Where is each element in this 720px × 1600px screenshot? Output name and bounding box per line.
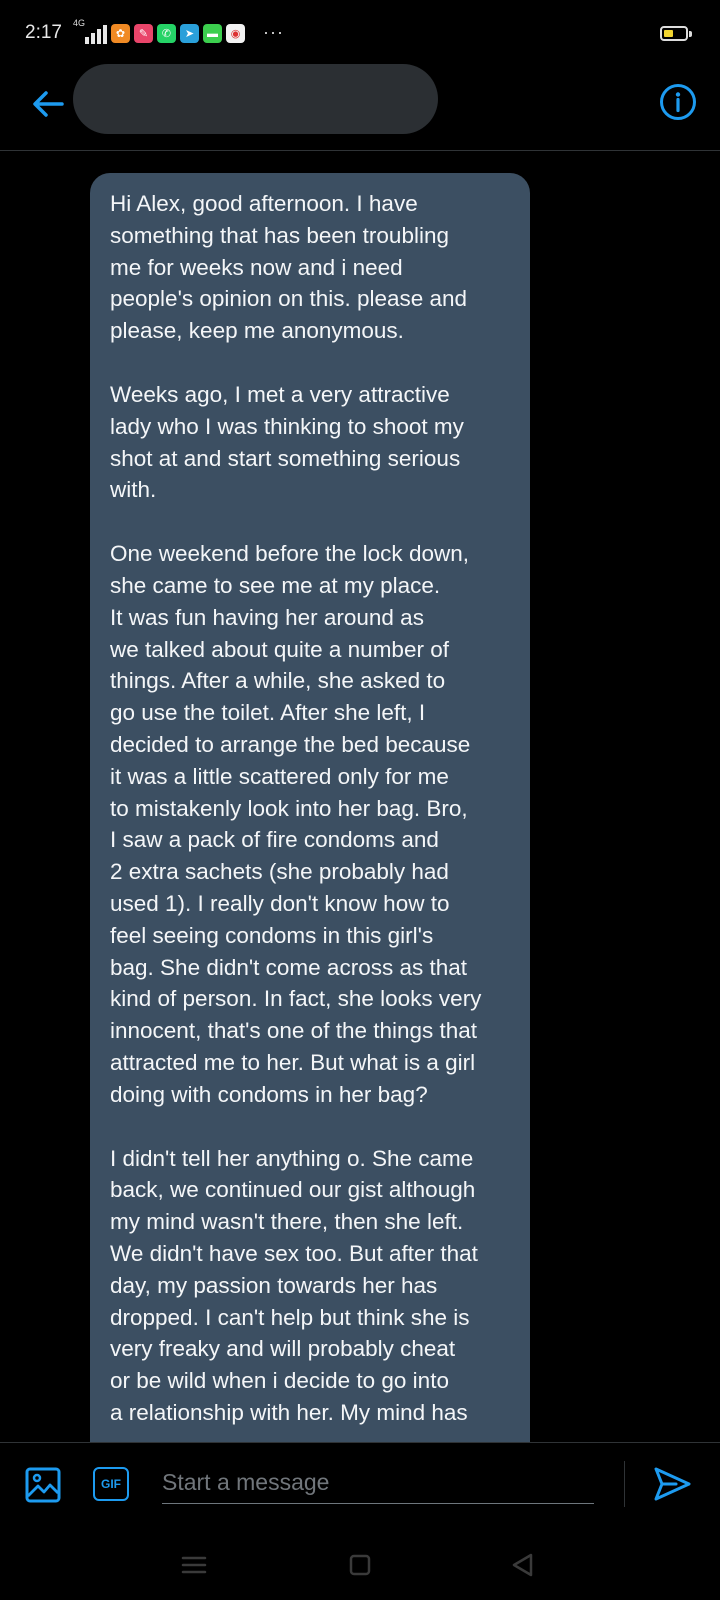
battery-level bbox=[664, 30, 673, 37]
message-paragraph: I didn't tell her anything o. She came b… bbox=[110, 1145, 478, 1425]
status-bar: 2:17 4G ✿ ✎ ✆ ➤ ▬ ◉ ··· bbox=[0, 0, 720, 70]
message-paragraph: Weeks ago, I met a very attractive lady … bbox=[110, 381, 464, 503]
contact-name-redacted[interactable] bbox=[73, 64, 438, 134]
messages-icon: ▬ bbox=[203, 24, 222, 43]
arrow-left-icon bbox=[33, 91, 64, 117]
chrome-icon: ◉ bbox=[226, 24, 245, 43]
message-bubble[interactable]: Hi Alex, good afternoon. I have somethin… bbox=[90, 173, 530, 1442]
whatsapp-icon: ✆ bbox=[157, 24, 176, 43]
app-icon-pink: ✎ bbox=[134, 24, 153, 43]
app-icon-orange: ✿ bbox=[111, 24, 130, 43]
message-composer: GIF bbox=[0, 1442, 720, 1530]
system-back-button[interactable] bbox=[508, 1550, 538, 1580]
send-icon bbox=[654, 1467, 691, 1501]
more-notifications-icon: ··· bbox=[263, 22, 284, 42]
conversation-header bbox=[0, 64, 720, 151]
battery-tip bbox=[689, 31, 692, 37]
system-nav-bar bbox=[0, 1530, 720, 1600]
message-thread[interactable]: Hi Alex, good afternoon. I have somethin… bbox=[0, 151, 720, 1442]
battery-icon bbox=[660, 26, 688, 41]
image-icon bbox=[25, 1467, 61, 1503]
menu-icon bbox=[181, 1556, 207, 1574]
gif-button[interactable]: GIF bbox=[93, 1467, 129, 1501]
back-triangle-icon bbox=[512, 1553, 533, 1577]
message-paragraph: Hi Alex, good afternoon. I have somethin… bbox=[110, 191, 468, 344]
recents-button[interactable] bbox=[179, 1550, 209, 1580]
message-input[interactable] bbox=[162, 1461, 594, 1504]
home-square-icon bbox=[349, 1554, 371, 1576]
composer-divider bbox=[624, 1461, 625, 1507]
info-circle-icon bbox=[660, 84, 696, 120]
info-button[interactable] bbox=[658, 82, 698, 122]
message-paragraph: One weekend before the lock down, she ca… bbox=[110, 541, 482, 1107]
send-button[interactable] bbox=[652, 1464, 692, 1504]
network-type: 4G bbox=[73, 18, 86, 28]
notification-app-icons: ✿ ✎ ✆ ➤ ▬ ◉ bbox=[111, 24, 245, 43]
status-time: 2:17 bbox=[25, 22, 62, 43]
signal-icon: 4G bbox=[73, 18, 107, 44]
home-button[interactable] bbox=[345, 1550, 375, 1580]
telegram-icon: ➤ bbox=[180, 24, 199, 43]
add-media-button[interactable] bbox=[24, 1466, 62, 1504]
back-button[interactable] bbox=[28, 84, 68, 124]
